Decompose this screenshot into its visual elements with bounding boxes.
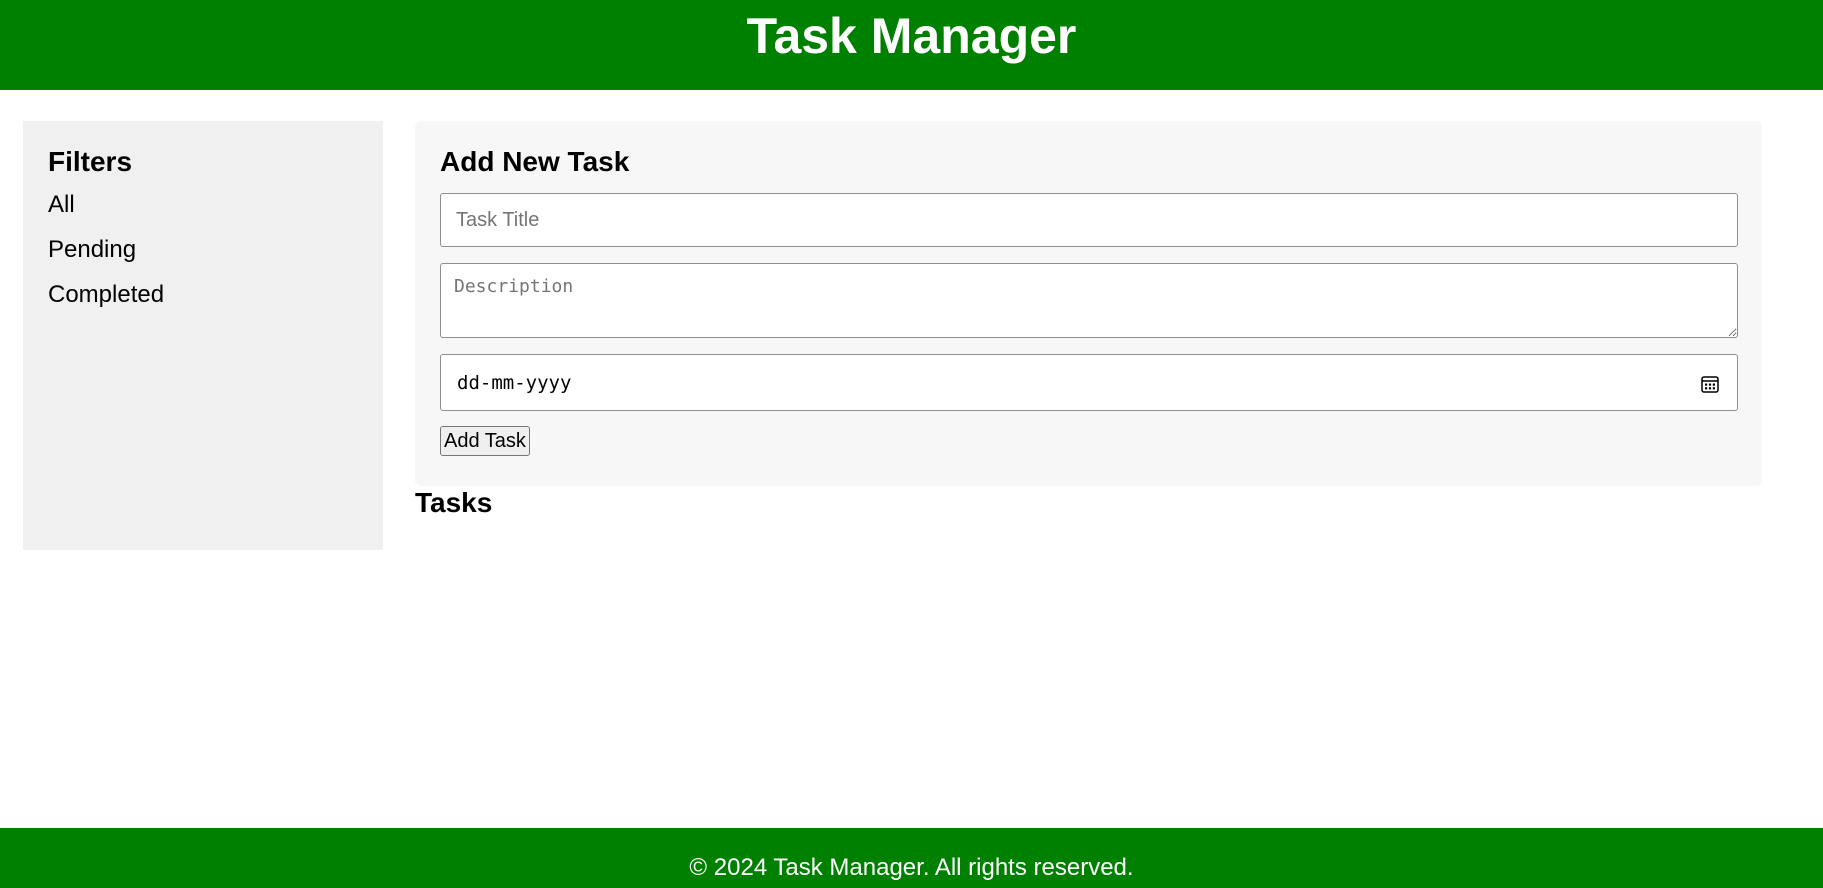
add-task-button[interactable]: Add Task	[440, 426, 530, 456]
task-description-input[interactable]	[440, 263, 1738, 338]
app-header: Task Manager	[0, 0, 1823, 90]
filter-completed[interactable]: Completed	[48, 281, 358, 309]
filter-pending[interactable]: Pending	[48, 236, 358, 264]
filters-sidebar: Filters All Pending Completed	[23, 121, 383, 550]
filter-all[interactable]: All	[48, 191, 358, 219]
tasks-heading: Tasks	[415, 487, 493, 518]
app-footer: © 2024 Task Manager. All rights reserved…	[0, 828, 1823, 888]
calendar-icon[interactable]	[1700, 374, 1720, 394]
add-task-form: Add New Task dd-mm-yyyy Add Task	[415, 121, 1762, 486]
footer-copyright: © 2024 Task Manager. All rights reserved…	[689, 854, 1134, 881]
main-content: Add New Task dd-mm-yyyy Add Task Tasks	[415, 121, 1762, 520]
date-placeholder: dd-mm-yyyy	[457, 372, 572, 394]
task-title-input[interactable]	[440, 193, 1738, 247]
app-title: Task Manager	[746, 8, 1077, 64]
add-task-heading: Add New Task	[440, 146, 630, 177]
task-due-date-input[interactable]: dd-mm-yyyy	[440, 354, 1738, 411]
filters-heading: Filters	[48, 146, 133, 177]
